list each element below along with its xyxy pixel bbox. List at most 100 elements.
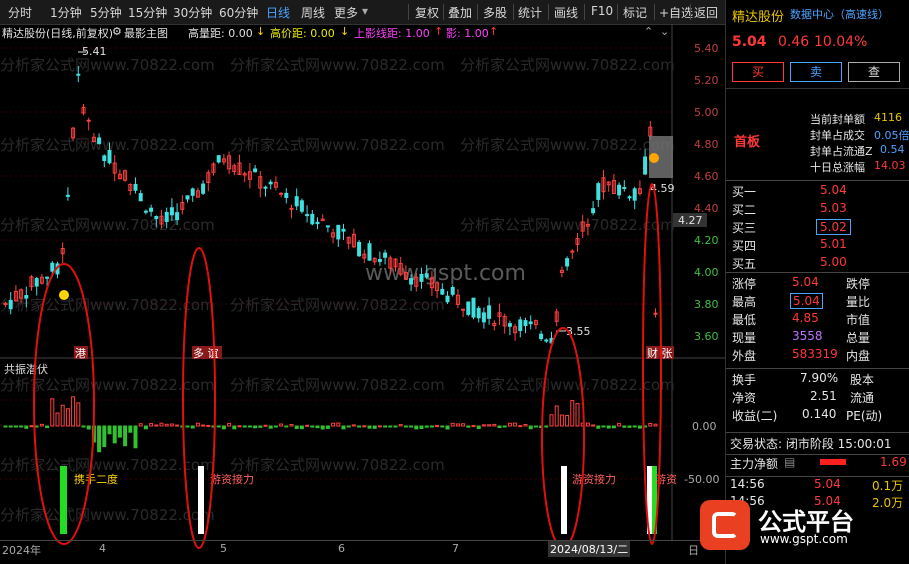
add-watchlist-button[interactable]: +自选 bbox=[659, 4, 693, 21]
candle-body bbox=[76, 73, 81, 76]
price-tick: 3.80 bbox=[694, 298, 719, 311]
hist-bar bbox=[481, 424, 486, 427]
hist-bar bbox=[320, 425, 325, 430]
candle-body bbox=[268, 181, 273, 185]
hist-bar bbox=[367, 425, 372, 429]
kline-chart[interactable]: 分析家公式网www.70822.com 分析家公式网www.70822.com … bbox=[0, 24, 725, 556]
hist-bar bbox=[393, 425, 398, 428]
candle-body bbox=[528, 321, 533, 325]
candle-body bbox=[632, 188, 637, 201]
query-button[interactable]: 查 bbox=[848, 62, 900, 82]
mark-button[interactable]: 标记 bbox=[623, 4, 647, 21]
tab-15min[interactable]: 15分钟 bbox=[128, 4, 167, 21]
candle-body bbox=[86, 119, 91, 122]
candle-body bbox=[383, 252, 388, 258]
buy-button[interactable]: 买 bbox=[732, 62, 784, 82]
hist-bar bbox=[268, 425, 273, 429]
candle-body bbox=[169, 207, 174, 216]
stats-table: 换手 7.90% 股本 净资 2.51 流通 收益(二) 0.140 PE(动) bbox=[726, 368, 909, 423]
candle-body bbox=[336, 224, 341, 240]
tab-more[interactable]: 更多 bbox=[334, 4, 358, 21]
candle-body bbox=[294, 196, 299, 207]
hist-bar bbox=[13, 425, 18, 428]
hist-bar bbox=[601, 425, 606, 428]
hist-bar bbox=[507, 422, 512, 427]
candle-body bbox=[507, 323, 512, 327]
hist-bar bbox=[357, 425, 362, 428]
stat-label: 净资 bbox=[732, 391, 757, 405]
bid-label: 买三 bbox=[732, 221, 757, 235]
signal-label: 游资接力 bbox=[210, 473, 254, 486]
seal-key: 当前封单额 bbox=[810, 113, 865, 126]
hist-bar bbox=[533, 425, 538, 428]
hist-bar bbox=[175, 424, 180, 427]
back-button[interactable]: 返回 bbox=[694, 4, 718, 21]
hist-bar bbox=[138, 423, 143, 427]
candle-body bbox=[643, 156, 648, 175]
hist-bar bbox=[513, 422, 518, 427]
draw-line-button[interactable]: 画线 bbox=[554, 4, 578, 21]
hist-bar bbox=[102, 425, 107, 448]
tab-60min[interactable]: 60分钟 bbox=[219, 4, 258, 21]
multi-stock-button[interactable]: 多股 bbox=[483, 4, 507, 21]
fuquan-button[interactable]: 复权 bbox=[415, 4, 439, 21]
hist-bar bbox=[424, 425, 429, 428]
hist-bar bbox=[637, 425, 642, 429]
stat-label: 流通 bbox=[850, 391, 875, 405]
candle-body bbox=[591, 208, 596, 214]
bid-label: 买四 bbox=[732, 239, 757, 253]
candle-body bbox=[419, 274, 424, 282]
tick-row: 14:56 5.04 0.1万 bbox=[726, 476, 909, 495]
hist-bar bbox=[86, 425, 91, 430]
hist-bar bbox=[185, 425, 190, 428]
date-axis: 2024年 4 5 6 7 2024/08/13/二 日 bbox=[0, 540, 725, 557]
f10-button[interactable]: F10 bbox=[591, 4, 613, 18]
hist-bar bbox=[523, 423, 528, 427]
candle-body bbox=[263, 186, 268, 189]
hist-bar bbox=[50, 398, 55, 427]
tab-1min[interactable]: 1分钟 bbox=[50, 4, 82, 21]
hist-bar bbox=[497, 425, 502, 429]
candle-body bbox=[185, 195, 190, 200]
hist-bar bbox=[258, 425, 263, 428]
hist-bar bbox=[627, 425, 632, 428]
candle-body bbox=[24, 295, 29, 299]
data-center-label[interactable]: 数据中心（高速线） bbox=[790, 6, 889, 22]
candle-body bbox=[190, 188, 195, 196]
price-tick: 5.40 bbox=[694, 42, 719, 55]
hist-bar bbox=[403, 425, 408, 428]
price-tick: 3.60 bbox=[694, 330, 719, 343]
tab-daily[interactable]: 日线 bbox=[266, 4, 290, 21]
tab-weekly[interactable]: 周线 bbox=[301, 4, 325, 21]
hist-bar bbox=[341, 425, 346, 430]
overlay-button[interactable]: 叠加 bbox=[448, 4, 472, 21]
bid-label: 买五 bbox=[732, 257, 757, 271]
candle-body bbox=[315, 221, 320, 225]
tab-5min[interactable]: 5分钟 bbox=[90, 4, 122, 21]
signal-dot bbox=[649, 153, 659, 163]
chevron-down-icon[interactable]: ▾ bbox=[362, 4, 368, 18]
candle-body bbox=[175, 212, 180, 221]
candle-body bbox=[154, 216, 159, 220]
hist-bar bbox=[492, 423, 497, 427]
info-icon[interactable]: ▤ bbox=[784, 455, 795, 469]
seal-key: 十日总涨幅 bbox=[810, 161, 865, 174]
candle-body bbox=[424, 273, 429, 278]
sell-button[interactable]: 卖 bbox=[790, 62, 842, 82]
signal-label: 游资接力 bbox=[572, 473, 616, 486]
hist-bar bbox=[71, 396, 76, 427]
candle-body bbox=[409, 278, 414, 285]
candle-body bbox=[201, 183, 206, 194]
hist-bar bbox=[336, 422, 341, 427]
hist-bar bbox=[331, 422, 336, 427]
candle-body bbox=[97, 137, 102, 144]
main-flow-row: 主力净额 ▤ 1.69 bbox=[726, 454, 909, 473]
hist-bar bbox=[45, 425, 50, 429]
watermark-text: 分析家公式网www.70822.com bbox=[460, 216, 675, 234]
candle-body bbox=[565, 258, 570, 267]
seal-box: 首板 当前封单额 4116 封单占成交 0.05倍 封单占流通Z 0.54 十日… bbox=[726, 88, 909, 179]
tab-30min[interactable]: 30分钟 bbox=[173, 4, 212, 21]
stats-button[interactable]: 统计 bbox=[518, 4, 542, 21]
date-tick: 日 bbox=[688, 544, 699, 557]
tab-fenshi[interactable]: 分时 bbox=[8, 4, 32, 21]
